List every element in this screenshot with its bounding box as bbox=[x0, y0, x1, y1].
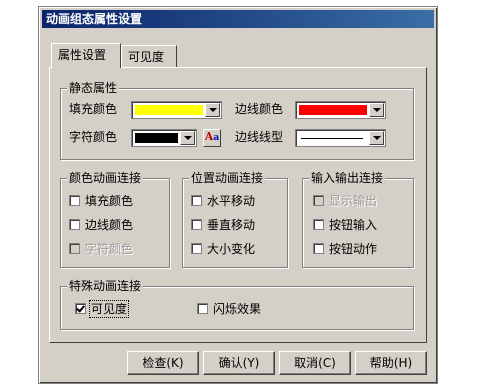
cancel-button[interactable]: 取消(C) bbox=[279, 351, 351, 375]
checkbox-box[interactable] bbox=[313, 219, 324, 230]
window-title: 动画组态属性设置 bbox=[46, 12, 143, 26]
display-output-checkbox: 显示输出 bbox=[313, 193, 377, 209]
button-action-checkbox[interactable]: 按钮动作 bbox=[313, 241, 377, 257]
size-change-checkbox[interactable]: 大小变化 bbox=[191, 241, 255, 257]
fill-color-dropdown[interactable] bbox=[131, 101, 222, 119]
checkbox-box[interactable] bbox=[191, 243, 202, 254]
io-link-group: 输入输出连接 显示输出 按钮输入 按钮动作 bbox=[302, 171, 414, 268]
checkbox-box bbox=[69, 243, 80, 254]
button-label: 帮助(H) bbox=[369, 356, 413, 370]
checkbox-box-checked[interactable] bbox=[75, 303, 86, 314]
special-anim-group: 特殊动画连接 可见度 闪烁效果 bbox=[60, 279, 414, 330]
border-color-swatch bbox=[299, 105, 367, 115]
fill-color-anim-checkbox[interactable]: 填充颜色 bbox=[69, 193, 133, 209]
vertical-move-checkbox[interactable]: 垂直移动 bbox=[191, 217, 255, 233]
group-title: 静态属性 bbox=[67, 81, 120, 95]
checkbox-label: 闪烁效果 bbox=[213, 302, 262, 316]
border-color-label: 边线颜色 bbox=[235, 102, 284, 116]
dialog-window: 动画组态属性设置 属性设置 可见度 静态属性 填充颜色 边线颜色 字符颜色 Aa… bbox=[38, 6, 438, 384]
line-style-sample bbox=[301, 138, 363, 139]
checkbox-label: 边线颜色 bbox=[85, 218, 134, 232]
char-color-dropdown[interactable] bbox=[131, 129, 197, 147]
button-label: 检查(K) bbox=[142, 356, 184, 370]
border-style-label: 边线线型 bbox=[235, 130, 284, 144]
checkbox-box bbox=[313, 195, 324, 206]
checkbox-box[interactable] bbox=[191, 195, 202, 206]
group-title: 特殊动画连接 bbox=[67, 279, 144, 293]
checkbox-box[interactable] bbox=[191, 219, 202, 230]
fill-color-label: 填充颜色 bbox=[69, 102, 118, 116]
checkbox-label: 垂直移动 bbox=[207, 218, 256, 232]
checkbox-label: 填充颜色 bbox=[85, 194, 134, 208]
position-anim-group: 位置动画连接 水平移动 垂直移动 大小变化 bbox=[182, 171, 288, 268]
checkbox-box[interactable] bbox=[69, 195, 80, 206]
visibility-checkbox[interactable]: 可见度 bbox=[75, 300, 130, 318]
chevron-down-icon[interactable] bbox=[369, 103, 384, 117]
chevron-down-icon[interactable] bbox=[205, 103, 220, 117]
check-button[interactable]: 检查(K) bbox=[127, 351, 199, 375]
group-title: 位置动画连接 bbox=[189, 171, 266, 185]
checkbox-label: 显示输出 bbox=[329, 194, 378, 208]
horizontal-move-checkbox[interactable]: 水平移动 bbox=[191, 193, 255, 209]
tab-label: 属性设置 bbox=[58, 48, 107, 62]
char-color-anim-checkbox: 字符颜色 bbox=[69, 241, 133, 257]
color-anim-group: 颜色动画连接 填充颜色 边线颜色 字符颜色 bbox=[60, 171, 170, 268]
tab-panel: 静态属性 填充颜色 边线颜色 字符颜色 Aa 边线线型 颜色动画连接 填充颜色 … bbox=[49, 67, 427, 343]
button-input-checkbox[interactable]: 按钮输入 bbox=[313, 217, 377, 233]
border-style-dropdown[interactable] bbox=[295, 129, 386, 147]
chevron-down-icon[interactable] bbox=[369, 131, 384, 145]
ok-button[interactable]: 确认(Y) bbox=[203, 351, 275, 375]
fill-color-swatch bbox=[135, 105, 203, 115]
checkbox-box[interactable] bbox=[197, 303, 208, 314]
char-color-label: 字符颜色 bbox=[69, 130, 118, 144]
checkbox-label: 按钮输入 bbox=[329, 218, 378, 232]
checkbox-label: 按钮动作 bbox=[329, 242, 378, 256]
checkbox-box[interactable] bbox=[313, 243, 324, 254]
tab-visibility[interactable]: 可见度 bbox=[121, 45, 177, 67]
help-button[interactable]: 帮助(H) bbox=[355, 351, 427, 375]
static-props-group: 静态属性 填充颜色 边线颜色 字符颜色 Aa 边线线型 bbox=[60, 81, 414, 160]
border-color-anim-checkbox[interactable]: 边线颜色 bbox=[69, 217, 133, 233]
checkbox-label: 大小变化 bbox=[207, 242, 256, 256]
chevron-down-icon[interactable] bbox=[180, 131, 195, 145]
checkbox-label: 水平移动 bbox=[207, 194, 256, 208]
checkbox-box[interactable] bbox=[69, 219, 80, 230]
group-title: 输入输出连接 bbox=[309, 171, 386, 185]
tab-label: 可见度 bbox=[128, 50, 165, 64]
title-bar[interactable]: 动画组态属性设置 bbox=[42, 10, 434, 28]
button-label: 确认(Y) bbox=[218, 356, 260, 370]
font-icon[interactable]: Aa bbox=[203, 129, 221, 147]
checkbox-label: 可见度 bbox=[88, 300, 130, 318]
flash-effect-checkbox[interactable]: 闪烁效果 bbox=[197, 301, 261, 317]
button-label: 取消(C) bbox=[294, 356, 336, 370]
char-color-swatch bbox=[135, 133, 178, 143]
border-color-dropdown[interactable] bbox=[295, 101, 386, 119]
checkbox-label: 字符颜色 bbox=[85, 242, 134, 256]
group-title: 颜色动画连接 bbox=[67, 171, 144, 185]
tab-attribute-settings[interactable]: 属性设置 bbox=[51, 43, 121, 68]
